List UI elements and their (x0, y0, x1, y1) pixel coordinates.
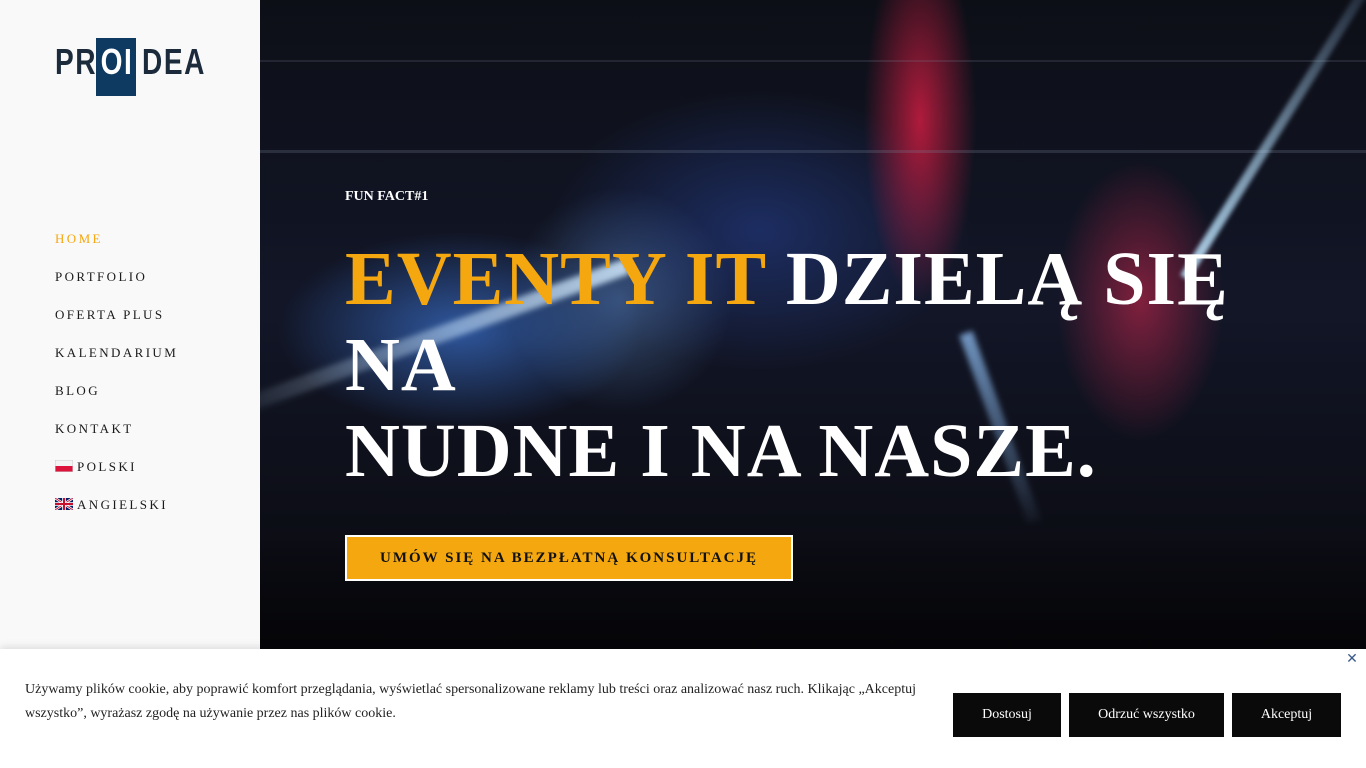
free-consultation-button[interactable]: UMÓW SIĘ NA BEZPŁATNĄ KONSULTACJĘ (345, 535, 793, 581)
main-nav: HOME PORTFOLIO OFERTA PLUS KALENDARIUM B… (55, 229, 178, 533)
nav-item-label: BLOG (55, 383, 100, 398)
proidea-logo[interactable]: PR OI DEA (55, 38, 206, 96)
accept-button[interactable]: Akceptuj (1232, 693, 1341, 737)
nav-item-label: KALENDARIUM (55, 345, 179, 360)
reject-all-button[interactable]: Odrzuć wszystko (1069, 693, 1224, 737)
customize-button[interactable]: Dostosuj (953, 693, 1061, 737)
logo-box: OI (96, 38, 136, 96)
nav-item-oferta-plus[interactable]: OFERTA PLUS (55, 305, 178, 343)
nav-item-kontakt[interactable]: KONTAKT (55, 419, 178, 457)
headline-accent: EVENTY IT (345, 237, 766, 321)
nav-item-blog[interactable]: BLOG (55, 381, 178, 419)
nav-item-label: ANGIELSKI (77, 497, 168, 512)
stage-truss (260, 60, 1366, 62)
headline-line2: NUDNE I NA NASZE. (345, 409, 1097, 493)
cookie-banner: ✕ Używamy plików cookie, aby poprawić ko… (0, 649, 1366, 768)
nav-item-label: OFERTA PLUS (55, 307, 165, 322)
uk-flag-icon (55, 498, 73, 510)
nav-item-home[interactable]: HOME (55, 229, 178, 267)
logo-text-mid: OI (100, 41, 134, 82)
cookie-text: Używamy plików cookie, aby poprawić komf… (25, 682, 916, 721)
nav-item-angielski[interactable]: ANGIELSKI (55, 495, 178, 533)
logo-text-left: PR (55, 41, 98, 82)
poland-flag-icon (55, 460, 73, 472)
nav-item-label: PORTFOLIO (55, 269, 148, 284)
hero-eyebrow: FUN FACT#1 (345, 189, 429, 204)
nav-item-portfolio[interactable]: PORTFOLIO (55, 267, 178, 305)
stage-truss (260, 150, 1366, 153)
nav-item-polski[interactable]: POLSKI (55, 457, 178, 495)
close-icon[interactable]: ✕ (1345, 652, 1359, 666)
logo-text-right: DEA (142, 41, 206, 82)
nav-item-label: POLSKI (77, 459, 137, 474)
nav-item-label: HOME (55, 231, 103, 246)
hero-headline: EVENTY IT DZIELĄ SIĘ NA NUDNE I NA NASZE… (345, 236, 1245, 494)
nav-item-kalendarium[interactable]: KALENDARIUM (55, 343, 178, 381)
nav-item-label: KONTAKT (55, 421, 134, 436)
